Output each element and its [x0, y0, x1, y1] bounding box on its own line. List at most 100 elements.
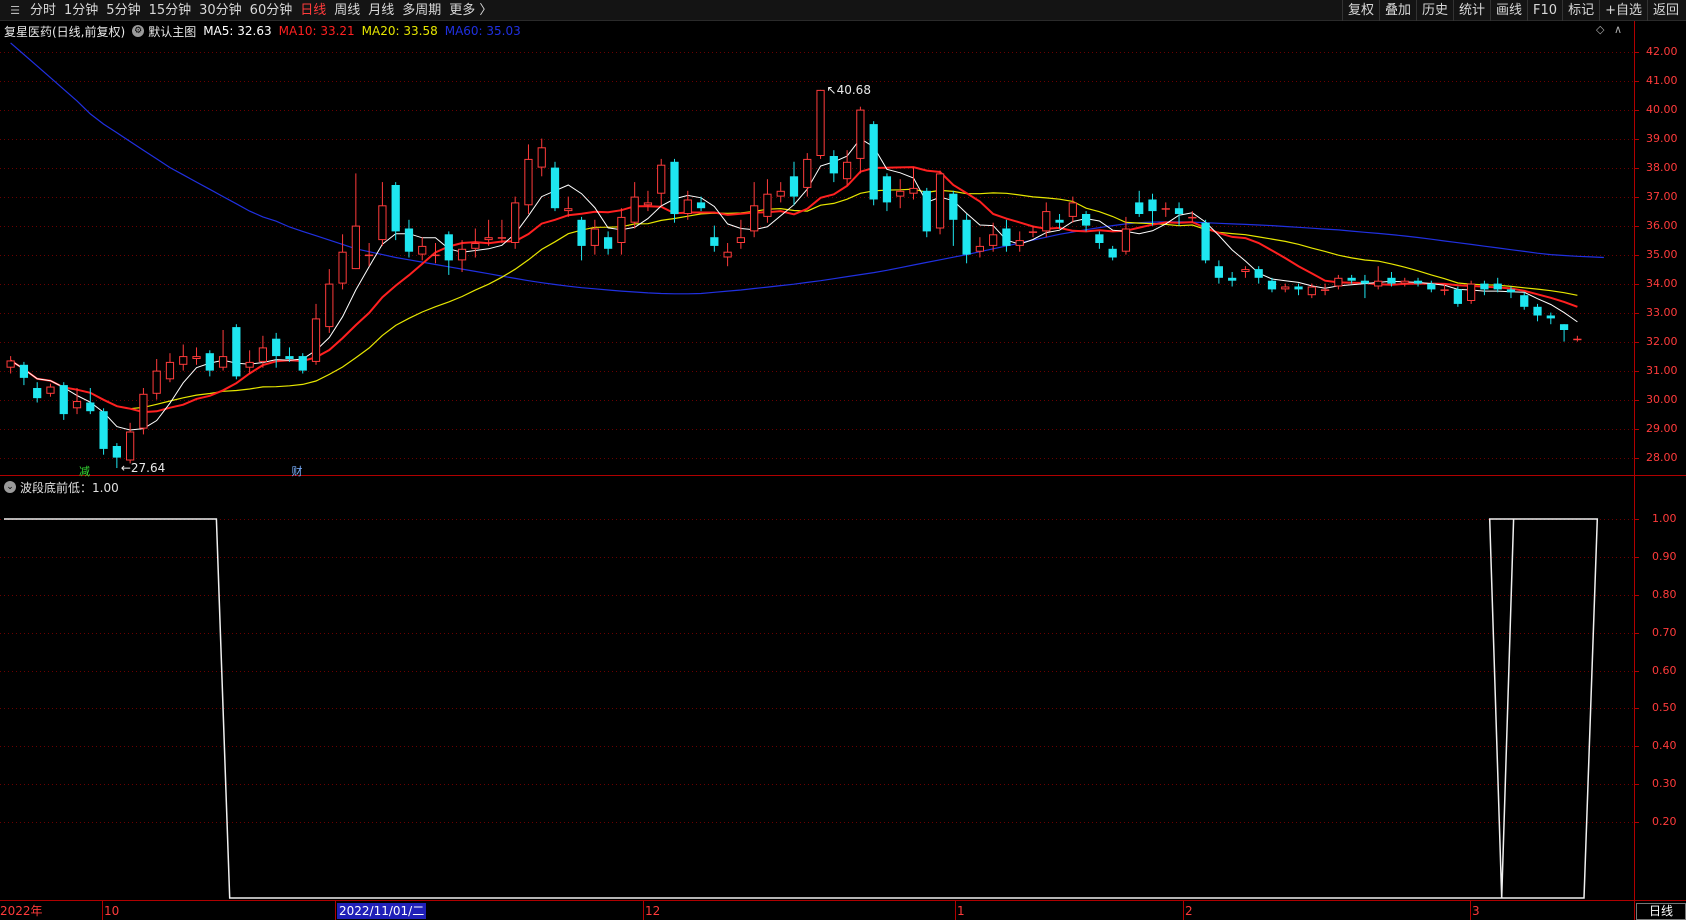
- candle-body: [696, 202, 706, 209]
- kline-chart[interactable]: ↖40.68 ←27.64 减 财: [0, 0, 1686, 920]
- indicator-tick-label: 0.20: [1652, 814, 1677, 828]
- candle-body: [1559, 324, 1569, 330]
- candle-body: [1546, 315, 1555, 319]
- candle-body: [1533, 306, 1542, 316]
- candle-body: [1506, 289, 1516, 293]
- candle-body: [842, 161, 852, 180]
- candle-body: [683, 199, 692, 214]
- candle-body: [736, 237, 746, 243]
- indicator-tick-label: 0.80: [1652, 587, 1677, 601]
- candle-body: [1042, 211, 1051, 232]
- candle-body: [1467, 283, 1476, 302]
- candle-body: [1055, 219, 1064, 223]
- candle-body: [643, 202, 653, 206]
- candle-body: [524, 158, 533, 206]
- candle-body: [33, 388, 42, 399]
- candle-body: [152, 370, 161, 394]
- candle-body: [391, 185, 400, 232]
- candle-body: [816, 89, 825, 156]
- indicator-tick-label: 0.50: [1652, 700, 1677, 714]
- event-marker-finance: 财: [291, 464, 302, 478]
- period-indicator[interactable]: 日线: [1636, 903, 1686, 920]
- candle-body: [935, 173, 945, 229]
- candle-body: [1002, 228, 1011, 246]
- candle-body: [1347, 277, 1356, 281]
- candle-body: [1121, 228, 1131, 252]
- candle-body: [1520, 295, 1529, 307]
- candle-body: [869, 124, 878, 200]
- candle-body: [922, 190, 931, 232]
- candle-body: [1320, 289, 1330, 291]
- candle-body: [1174, 208, 1184, 214]
- candle-body: [179, 356, 188, 365]
- candle-body: [72, 401, 82, 409]
- candle-body: [1374, 280, 1383, 287]
- price-tick-label: 28.00: [1646, 450, 1678, 464]
- candle-body: [1254, 269, 1263, 278]
- candle-body: [19, 364, 29, 378]
- indicator-tick-label: 1.00: [1652, 511, 1677, 525]
- candle-body: [803, 158, 812, 188]
- candle-body: [1281, 286, 1290, 290]
- price-tick-label: 37.00: [1646, 189, 1678, 203]
- price-tick-label: 41.00: [1646, 73, 1678, 87]
- candle-body: [1400, 280, 1409, 284]
- candle-body: [856, 109, 865, 159]
- candle-body: [338, 251, 347, 284]
- candle-body: [1573, 338, 1582, 341]
- candle-body: [630, 196, 639, 223]
- candle-body: [1427, 283, 1436, 290]
- candle-body: [1214, 266, 1223, 278]
- candle-body: [1015, 240, 1024, 246]
- candle-body: [272, 338, 281, 357]
- candle-body: [829, 156, 838, 174]
- indicator-tick-label: 0.30: [1652, 776, 1677, 790]
- candle-body: [1307, 286, 1316, 296]
- candle-body: [657, 164, 666, 194]
- candle-body: [298, 356, 307, 371]
- candle-body: [6, 360, 15, 368]
- candle-body: [710, 237, 719, 246]
- candle-body: [285, 356, 294, 359]
- price-tick-label: 42.00: [1646, 44, 1678, 58]
- price-tick-label: 29.00: [1646, 421, 1678, 435]
- candle-body: [670, 161, 679, 214]
- candle-body: [882, 176, 892, 203]
- price-tick-label: 35.00: [1646, 247, 1678, 261]
- candle-body: [484, 237, 493, 241]
- candle-body: [1440, 289, 1449, 291]
- candle-body: [1360, 280, 1370, 284]
- candle-body: [418, 245, 427, 255]
- candle-body: [497, 237, 507, 239]
- candle-body: [1387, 277, 1396, 284]
- candle-body: [1228, 277, 1237, 281]
- candle-body: [99, 411, 108, 449]
- candle-body: [165, 361, 175, 380]
- candle-body: [896, 190, 905, 197]
- date-axis-label: 2022年: [0, 904, 43, 918]
- candle-body: [311, 318, 321, 362]
- candle-body: [218, 356, 228, 368]
- candle-body: [112, 446, 121, 458]
- candle-body: [86, 402, 95, 412]
- price-tick-label: 40.00: [1646, 102, 1678, 116]
- candle-body: [1108, 248, 1117, 258]
- candle-body: [564, 208, 573, 212]
- candle-body: [763, 193, 772, 217]
- candle-body: [577, 219, 586, 246]
- indicator-tick-label: 0.60: [1652, 663, 1677, 677]
- candle-body: [617, 216, 626, 243]
- candle-body: [245, 361, 254, 368]
- date-axis-label: 1: [957, 904, 965, 918]
- candle-body: [1188, 216, 1197, 219]
- price-tick-label: 34.00: [1646, 276, 1678, 290]
- candle-body: [325, 283, 334, 328]
- candle-body: [975, 245, 984, 252]
- candle-body: [1453, 289, 1462, 304]
- candle-body: [1294, 286, 1303, 290]
- low-price-label: ←27.64: [121, 461, 165, 475]
- candle-body: [962, 219, 971, 255]
- candle-body: [1267, 280, 1277, 290]
- high-price-label: ↖40.68: [827, 83, 871, 97]
- candle-body: [789, 176, 799, 197]
